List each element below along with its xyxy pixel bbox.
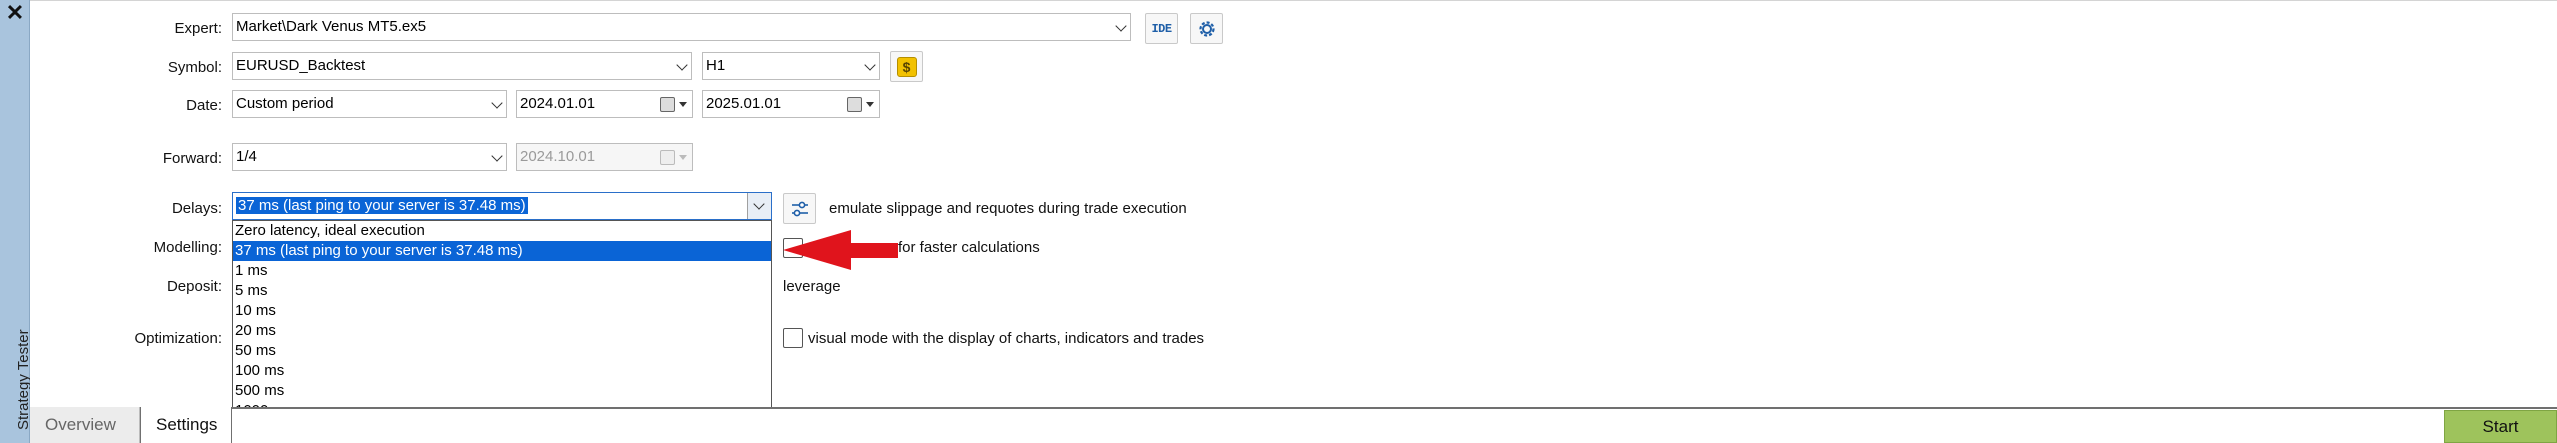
dropdown-arrow-icon [679, 155, 687, 160]
dropdown-option[interactable]: 500 ms [233, 381, 771, 401]
tab-settings[interactable]: Settings [140, 407, 232, 443]
date-from-value: 2024.01.01 [520, 95, 596, 112]
dropdown-option[interactable]: 5 ms [233, 281, 771, 301]
expert-value: Market\Dark Venus MT5.ex5 [236, 18, 427, 35]
sliders-icon [791, 201, 808, 216]
annotation-arrow-shaft [850, 243, 898, 258]
date-from-input[interactable]: 2024.01.01 [516, 90, 693, 118]
dropdown-option[interactable]: 10 ms [233, 301, 771, 321]
calendar-icon [660, 150, 675, 165]
chevron-down-icon [1115, 20, 1127, 32]
delays-dropdown-button[interactable] [747, 193, 771, 219]
delays-value: 37 ms (last ping to your server is 37.48… [236, 197, 528, 214]
date-to-value: 2025.01.01 [706, 95, 782, 112]
deposit-label: Deposit: [166, 278, 222, 295]
close-icon[interactable]: ✕ [2, 0, 28, 26]
calendar-icon[interactable] [660, 97, 675, 112]
modelling-hint-text: for faster calculations [898, 239, 1040, 256]
calendar-icon[interactable] [847, 97, 862, 112]
dropdown-arrow-icon[interactable] [679, 102, 687, 107]
delays-label: Delays: [171, 200, 222, 217]
annotation-arrow-icon [783, 230, 851, 270]
timeframe-value: H1 [706, 57, 726, 74]
symbol-value: EURUSD_Backtest [236, 57, 366, 74]
modelling-label: Modelling: [153, 239, 222, 256]
expert-settings-button[interactable] [1190, 13, 1223, 44]
expert-select[interactable]: Market\Dark Venus MT5.ex5 [232, 13, 1131, 41]
dropdown-arrow-icon[interactable] [866, 102, 874, 107]
forward-label: Forward: [162, 150, 222, 167]
forward-date-value: 2024.10.01 [520, 148, 596, 165]
slippage-settings-button[interactable] [783, 193, 816, 224]
dropdown-option[interactable]: 37 ms (last ping to your server is 37.48… [233, 241, 771, 261]
optimization-label: Optimization: [134, 330, 222, 347]
period-select[interactable]: Custom period [232, 90, 507, 118]
delays-select[interactable]: 37 ms (last ping to your server is 37.48… [232, 192, 772, 220]
ide-button[interactable]: IDE [1145, 13, 1178, 44]
forward-value: 1/4 [236, 148, 257, 165]
timeframe-select[interactable]: H1 [702, 52, 880, 80]
forward-select[interactable]: 1/4 [232, 143, 507, 171]
dollar-icon: $ [896, 56, 917, 77]
chevron-down-icon [676, 59, 688, 71]
expert-label: Expert: [174, 20, 222, 37]
bottom-tab-bar: Overview Settings [30, 407, 2557, 443]
chevron-down-icon [491, 150, 503, 162]
chevron-down-icon [753, 198, 765, 210]
symbol-select[interactable]: EURUSD_Backtest [232, 52, 692, 80]
chevron-down-icon [864, 59, 876, 71]
date-to-input[interactable]: 2025.01.01 [702, 90, 880, 118]
ide-label: IDE [1151, 21, 1172, 36]
chevron-down-icon [491, 97, 503, 109]
visual-mode-checkbox[interactable] [783, 328, 803, 348]
symbol-properties-button[interactable]: $ [890, 51, 923, 82]
dropdown-option[interactable]: 20 ms [233, 321, 771, 341]
leverage-label: leverage [783, 278, 841, 295]
dropdown-option[interactable]: 100 ms [233, 361, 771, 381]
dropdown-option[interactable]: Zero latency, ideal execution [233, 221, 771, 241]
dropdown-option[interactable]: 50 ms [233, 341, 771, 361]
gear-icon [1198, 20, 1215, 37]
tab-overview[interactable]: Overview [30, 407, 140, 443]
forward-date-input: 2024.10.01 [516, 143, 693, 171]
date-label: Date: [186, 97, 222, 114]
start-button[interactable]: Start [2444, 410, 2557, 443]
symbol-label: Symbol: [167, 59, 222, 76]
period-value: Custom period [236, 95, 334, 112]
dropdown-option[interactable]: 1 ms [233, 261, 771, 281]
emulate-slippage-text: emulate slippage and requotes during tra… [829, 200, 1187, 217]
visual-mode-text: visual mode with the display of charts, … [808, 330, 1205, 347]
